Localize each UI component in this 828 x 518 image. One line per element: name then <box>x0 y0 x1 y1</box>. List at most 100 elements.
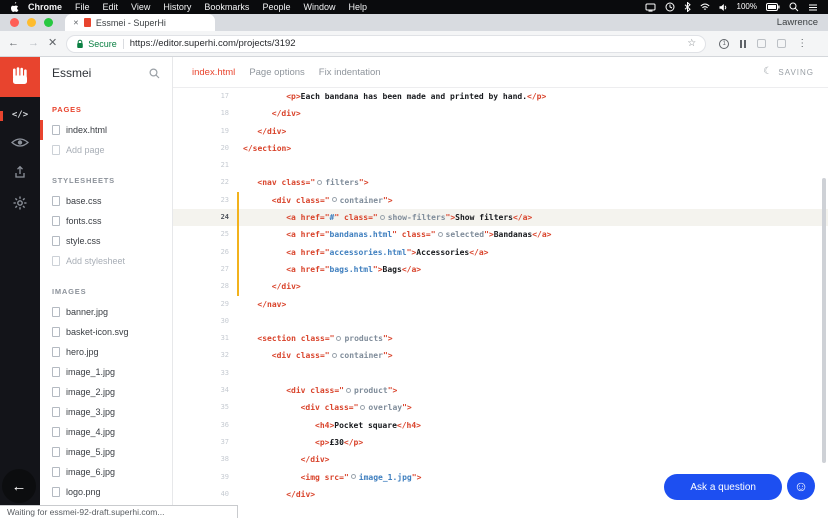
code-line-23[interactable]: 23<div class="container"> <box>173 192 828 209</box>
code-text: <nav class="filters"> <box>243 174 828 191</box>
settings-button[interactable] <box>0 196 40 210</box>
code-line-25[interactable]: 25<a href="bandanas.html" class="selecte… <box>173 226 828 243</box>
code-line-27[interactable]: 27<a href="bags.html">Bags</a> <box>173 261 828 278</box>
menu-item-help[interactable]: Help <box>348 2 367 12</box>
extension-window-icon[interactable] <box>757 39 766 48</box>
file-image-3-jpg[interactable]: image_3.jpg <box>40 402 172 422</box>
file-basket-icon-svg[interactable]: basket-icon.svg <box>40 322 172 342</box>
file-image-1-jpg[interactable]: image_1.jpg <box>40 362 172 382</box>
code-line-37[interactable]: 37<p>£30</p> <box>173 434 828 451</box>
clock-icon[interactable] <box>665 2 675 12</box>
file-style-css[interactable]: style.css <box>40 231 172 251</box>
code-line-29[interactable]: 29</nav> <box>173 296 828 313</box>
chrome-profile-name[interactable]: Lawrence <box>777 17 818 28</box>
code-line-38[interactable]: 38</div> <box>173 451 828 468</box>
spotlight-search-icon[interactable] <box>789 2 799 12</box>
bookmark-star-icon[interactable]: ☆ <box>687 39 696 49</box>
file-index-html[interactable]: index.html <box>40 120 172 140</box>
tab-close-icon[interactable]: ✕ <box>73 19 79 27</box>
code-line-33[interactable]: 33 <box>173 365 828 382</box>
file-image-2-jpg[interactable]: image_2.jpg <box>40 382 172 402</box>
back-fab-button[interactable]: ← <box>2 469 36 503</box>
editor-tab-fix-indentation[interactable]: Fix indentation <box>319 67 381 78</box>
battery-icon[interactable] <box>766 3 780 11</box>
code-line-20[interactable]: 20</section> <box>173 140 828 157</box>
back-icon[interactable]: ← <box>8 38 19 49</box>
file-fonts-css[interactable]: fonts.css <box>40 211 172 231</box>
file-image-6-jpg[interactable]: image_6.jpg <box>40 462 172 482</box>
editor-scrollbar[interactable] <box>822 178 826 463</box>
notification-center-icon[interactable] <box>808 3 818 11</box>
file-image-5-jpg[interactable]: image_5.jpg <box>40 442 172 462</box>
menu-item-window[interactable]: Window <box>303 2 335 12</box>
code-view-button[interactable]: </> <box>0 110 40 120</box>
line-number: 31 <box>173 330 229 347</box>
file-add-stylesheet[interactable]: Add stylesheet <box>40 251 172 271</box>
display-icon[interactable] <box>645 3 656 12</box>
window-minimize-button[interactable] <box>27 18 36 27</box>
file-name: image_6.jpg <box>66 467 115 477</box>
code-line-34[interactable]: 34<div class="product"> <box>173 382 828 399</box>
code-line-22[interactable]: 22<nav class="filters"> <box>173 174 828 191</box>
browser-status-text: Waiting for essmei-92-draft.superhi.com.… <box>0 505 238 518</box>
pause-extension-icon[interactable] <box>740 40 746 48</box>
volume-icon[interactable] <box>719 3 728 12</box>
window-close-button[interactable] <box>10 18 19 27</box>
publish-button[interactable] <box>0 165 40 179</box>
browser-tab[interactable]: ✕ Essmei - SuperHi <box>65 14 215 31</box>
line-number: 40 <box>173 486 229 503</box>
code-line-32[interactable]: 32<div class="container"> <box>173 347 828 364</box>
code-line-18[interactable]: 18</div> <box>173 105 828 122</box>
file-logo-png[interactable]: logo.png <box>40 482 172 502</box>
search-icon[interactable] <box>149 68 160 79</box>
editor-tab-page-options[interactable]: Page options <box>249 67 304 78</box>
address-bar[interactable]: Secure https://editor.superhi.com/projec… <box>66 35 706 53</box>
file-banner-jpg[interactable]: banner.jpg <box>40 302 172 322</box>
menu-item-edit[interactable]: Edit <box>103 2 119 12</box>
extension-window-icon-2[interactable] <box>777 39 786 48</box>
code-line-19[interactable]: 19</div> <box>173 123 828 140</box>
file-hero-jpg[interactable]: hero.jpg <box>40 342 172 362</box>
code-line-36[interactable]: 36<h4>Pocket square</h4> <box>173 417 828 434</box>
ask-question-button[interactable]: Ask a question <box>664 474 782 500</box>
code-line-24[interactable]: 24<a href="#" class="show-filters">Show … <box>173 209 828 226</box>
superhi-logo[interactable] <box>0 57 40 97</box>
bluetooth-icon[interactable] <box>684 2 691 12</box>
code-line-17[interactable]: 17<p>Each bandana has been made and prin… <box>173 88 828 105</box>
menu-item-view[interactable]: View <box>131 2 150 12</box>
code-line-28[interactable]: 28</div> <box>173 278 828 295</box>
class-color-dot-icon <box>346 388 351 393</box>
apple-menu-icon[interactable] <box>10 2 19 13</box>
file-image-4-jpg[interactable]: image_4.jpg <box>40 422 172 442</box>
chat-fab-button[interactable]: ☺ <box>787 472 815 500</box>
code-line-35[interactable]: 35<div class="overlay"> <box>173 399 828 416</box>
security-chip[interactable]: Secure <box>76 39 117 49</box>
code-editor[interactable]: 17<p>Each bandana has been made and prin… <box>173 88 828 518</box>
menu-item-people[interactable]: People <box>262 2 290 12</box>
stop-loading-icon[interactable]: ✕ <box>48 38 57 49</box>
code-line-31[interactable]: 31<section class="products"> <box>173 330 828 347</box>
token-tag: </section> <box>243 144 291 153</box>
file-add-page[interactable]: Add page <box>40 140 172 160</box>
menu-item-file[interactable]: File <box>75 2 90 12</box>
window-zoom-button[interactable] <box>44 18 53 27</box>
code-line-30[interactable]: 30 <box>173 313 828 330</box>
line-number: 28 <box>173 278 229 295</box>
forward-icon[interactable]: → <box>28 38 39 49</box>
menu-item-bookmarks[interactable]: Bookmarks <box>204 2 249 12</box>
code-line-21[interactable]: 21 <box>173 157 828 174</box>
preview-button[interactable] <box>0 137 40 148</box>
document-icon <box>52 256 60 266</box>
editor-tab-index-html[interactable]: index.html <box>192 67 235 78</box>
file-base-css[interactable]: base.css <box>40 191 172 211</box>
code-line-26[interactable]: 26<a href="accessories.html">Accessories… <box>173 244 828 261</box>
rail-icons: </> <box>0 110 40 210</box>
browser-toolbar: ← → ✕ Secure https://editor.superhi.com/… <box>0 31 828 57</box>
wifi-icon[interactable] <box>700 3 710 11</box>
extension-badge-icon[interactable]: 1 <box>719 39 729 49</box>
line-number: 23 <box>173 192 229 209</box>
browser-menu-icon[interactable]: ⋮ <box>797 38 807 49</box>
token-tag: "> <box>407 248 417 257</box>
menu-item-chrome[interactable]: Chrome <box>28 2 62 12</box>
menu-item-history[interactable]: History <box>163 2 191 12</box>
